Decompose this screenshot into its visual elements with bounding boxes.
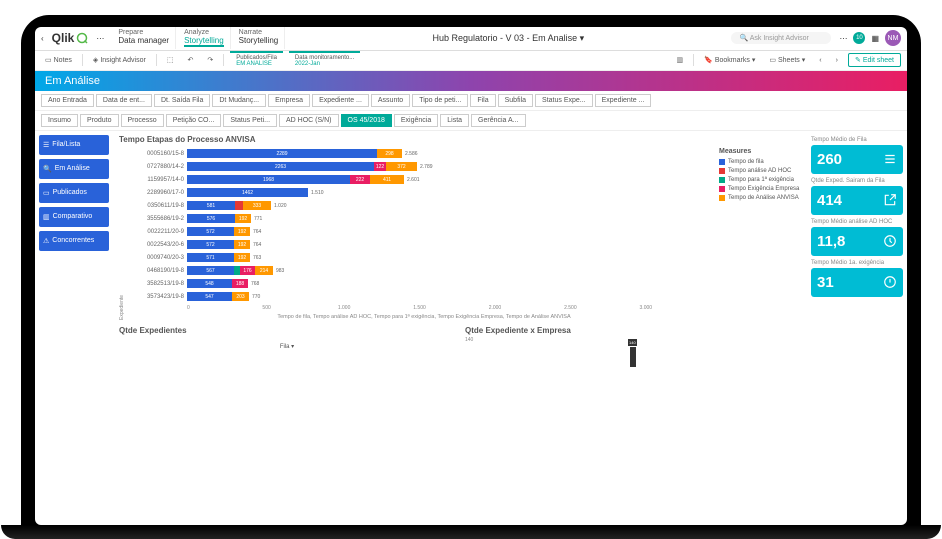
notification-badge[interactable]: 10 bbox=[853, 32, 865, 44]
filter-expediente-[interactable]: Expediente ... bbox=[312, 94, 369, 107]
legend: Measures Tempo de filaTempo análise AD H… bbox=[719, 148, 801, 320]
qtde-expedientes[interactable]: Qtde Expedientes Fila ▾ bbox=[119, 326, 455, 371]
back-sel-icon[interactable]: ↶ bbox=[183, 54, 197, 66]
app-title[interactable]: Hub Regulatorio - V 03 - Em Analise ▾ bbox=[293, 33, 723, 44]
next-sheet-icon[interactable]: › bbox=[832, 55, 842, 66]
search-input[interactable]: 🔍 Ask Insight Advisor bbox=[731, 32, 831, 44]
chart-row[interactable]: 1159957/14-019682224112.601 bbox=[133, 174, 715, 186]
filter-produto[interactable]: Produto bbox=[80, 114, 119, 127]
chart-icon[interactable]: ▥ bbox=[672, 54, 687, 66]
chart-row[interactable]: 3573423/19-8547203770 bbox=[133, 291, 715, 303]
chart-title: Tempo Etapas do Processo ANVISA bbox=[119, 135, 801, 144]
kpi-card[interactable]: 11,8 bbox=[811, 227, 903, 256]
y-axis-label: Expediente bbox=[119, 148, 129, 320]
grid-icon[interactable]: ▦ bbox=[871, 34, 879, 43]
filter-os-45-2018[interactable]: OS 45/2018 bbox=[341, 114, 392, 127]
back-icon[interactable]: ‹ bbox=[41, 34, 44, 43]
kpi-label: Tempo Médio análise AD HOC bbox=[811, 219, 903, 225]
sheets-button[interactable]: ▭ Sheets ▾ bbox=[765, 54, 809, 66]
sheet-banner: Em Análise bbox=[35, 71, 907, 91]
chart-row[interactable]: 0350611/19-85813331.020 bbox=[133, 200, 715, 212]
selection-tab-1[interactable]: Publicados/FilaEM ANALISE bbox=[230, 51, 283, 69]
doc-icon: ▭ bbox=[43, 189, 50, 197]
filter-tipo-de-peti-[interactable]: Tipo de peti... bbox=[412, 94, 468, 107]
filter-dt-sa-da-fila[interactable]: Dt. Saída Fila bbox=[154, 94, 210, 107]
filter-processo[interactable]: Processo bbox=[121, 114, 164, 127]
sidebar-fila-lista[interactable]: ☰Fila/Lista bbox=[39, 135, 109, 155]
chart-row[interactable]: 0005160/15-822892982.586 bbox=[133, 148, 715, 160]
nav-narrate[interactable]: NarrateStorytelling bbox=[233, 27, 286, 49]
sidebar-concorrentes[interactable]: ⚠Concorrentes bbox=[39, 231, 109, 251]
sidebar-comparativo[interactable]: ▥Comparativo bbox=[39, 207, 109, 227]
chart-icon: ▥ bbox=[43, 213, 50, 221]
kpi-panel: Tempo Médio de Fila 260 Qtde Exped. Sairam… bbox=[807, 131, 907, 525]
filter-assunto[interactable]: Assunto bbox=[371, 94, 410, 107]
filter-exig-ncia[interactable]: Exigência bbox=[394, 114, 438, 127]
qtde-expediente-empresa[interactable]: Qtde Expediente x Empresa 140 bbox=[465, 326, 801, 371]
chart-row[interactable]: 0022211/20-9572192764 bbox=[133, 226, 715, 238]
kpi-label: Qtde Exped. Sairam da Fila bbox=[811, 178, 903, 184]
bookmarks-button[interactable]: 🔖 Bookmarks ▾ bbox=[700, 54, 759, 66]
chart-row[interactable]: 0009740/20-3571192763 bbox=[133, 252, 715, 264]
more-icon[interactable]: ⋯ bbox=[96, 34, 104, 43]
filter-data-de-ent-[interactable]: Data de ent... bbox=[96, 94, 152, 107]
chart-row[interactable]: 2289960/17-014621.510 bbox=[133, 187, 715, 199]
legend-item[interactable]: Tempo de Análise ANVISA bbox=[719, 195, 801, 201]
legend-item[interactable]: Tempo análise AD HOC bbox=[719, 168, 801, 174]
filter-ad-hoc-s-n-[interactable]: AD HOC (S/N) bbox=[279, 114, 339, 127]
nav-analyze[interactable]: AnalyzeStorytelling bbox=[178, 27, 231, 49]
toolbar: ▭ Notes ◈ Insight Advisor ⬚ ↶ ↷ Publicad… bbox=[35, 51, 907, 71]
search-icon: 🔍 bbox=[43, 165, 52, 173]
chart-row[interactable]: 0468190/19-8567176214983 bbox=[133, 265, 715, 277]
filter-row-1: Ano EntradaData de ent...Dt. Saída FilaD… bbox=[35, 91, 907, 111]
prev-sheet-icon[interactable]: ‹ bbox=[815, 55, 825, 66]
edit-sheet-button[interactable]: ✎ Edit sheet bbox=[848, 53, 901, 67]
kpi-card[interactable]: 260 bbox=[811, 145, 903, 174]
sidebar-em-an-lise[interactable]: 🔍Em Análise bbox=[39, 159, 109, 179]
fwd-sel-icon[interactable]: ↷ bbox=[203, 54, 217, 66]
filter-peti-o-co-[interactable]: Petição CO... bbox=[166, 114, 222, 127]
qlik-logo[interactable]: Qlik bbox=[52, 31, 89, 45]
warn-icon: ⚠ bbox=[43, 237, 49, 245]
kpi-label: Tempo Médio de Fila bbox=[811, 137, 903, 143]
chart-row[interactable]: 0727880/14-222631223722.789 bbox=[133, 161, 715, 173]
bar-chart[interactable]: 0005160/15-822892982.5860727880/14-22263… bbox=[133, 148, 715, 320]
filter-ger-ncia-a-[interactable]: Gerência A... bbox=[471, 114, 525, 127]
kpi-card[interactable]: 414 bbox=[811, 186, 903, 215]
filter-dt-mudan-[interactable]: Dt Mudanç... bbox=[212, 94, 266, 107]
sidebar-publicados[interactable]: ▭Publicados bbox=[39, 183, 109, 203]
filter-expediente-[interactable]: Expediente ... bbox=[595, 94, 652, 107]
filter-row-2: InsumoProdutoProcessoPetição CO...Status… bbox=[35, 111, 907, 131]
chart-row[interactable]: 3555686/19-2576192771 bbox=[133, 213, 715, 225]
filter-ano-entrada[interactable]: Ano Entrada bbox=[41, 94, 94, 107]
legend-item[interactable]: Tempo Exigência Empresa bbox=[719, 186, 801, 192]
insight-button[interactable]: ◈ Insight Advisor bbox=[89, 54, 150, 66]
avatar[interactable]: NM bbox=[885, 30, 901, 46]
filter-empresa[interactable]: Empresa bbox=[268, 94, 310, 107]
filter-status-expe-[interactable]: Status Expe... bbox=[535, 94, 593, 107]
filter-insumo[interactable]: Insumo bbox=[41, 114, 78, 127]
legend-item[interactable]: Tempo de fila bbox=[719, 159, 801, 165]
selection-tab-2[interactable]: Data monitoramento...2022-Jan bbox=[289, 51, 360, 69]
topbar: ‹ Qlik ⋯ PrepareData manager AnalyzeStor… bbox=[35, 27, 907, 51]
chart-row[interactable]: 0022543/20-6572192764 bbox=[133, 239, 715, 251]
notes-button[interactable]: ▭ Notes bbox=[41, 54, 76, 66]
kpi-card[interactable]: 31 bbox=[811, 268, 903, 297]
nav-prepare[interactable]: PrepareData manager bbox=[112, 27, 176, 49]
chart-row[interactable]: 3582513/19-8548188768 bbox=[133, 278, 715, 290]
filter-lista[interactable]: Lista bbox=[440, 114, 469, 127]
select-icon[interactable]: ⬚ bbox=[163, 54, 178, 66]
list-icon: ☰ bbox=[43, 141, 49, 149]
filter-status-peti-[interactable]: Status Peti... bbox=[223, 114, 277, 127]
help-icon[interactable]: ⋯ bbox=[839, 34, 847, 43]
legend-item[interactable]: Tempo para 1ª exigência bbox=[719, 177, 801, 183]
kpi-label: Tempo Médio 1a. exigência bbox=[811, 260, 903, 266]
filter-subfila[interactable]: Subfila bbox=[498, 94, 533, 107]
mini-bar bbox=[630, 347, 636, 367]
filter-fila[interactable]: Fila bbox=[470, 94, 495, 107]
sidebar: ☰Fila/Lista 🔍Em Análise ▭Publicados ▥Compar… bbox=[35, 131, 113, 525]
